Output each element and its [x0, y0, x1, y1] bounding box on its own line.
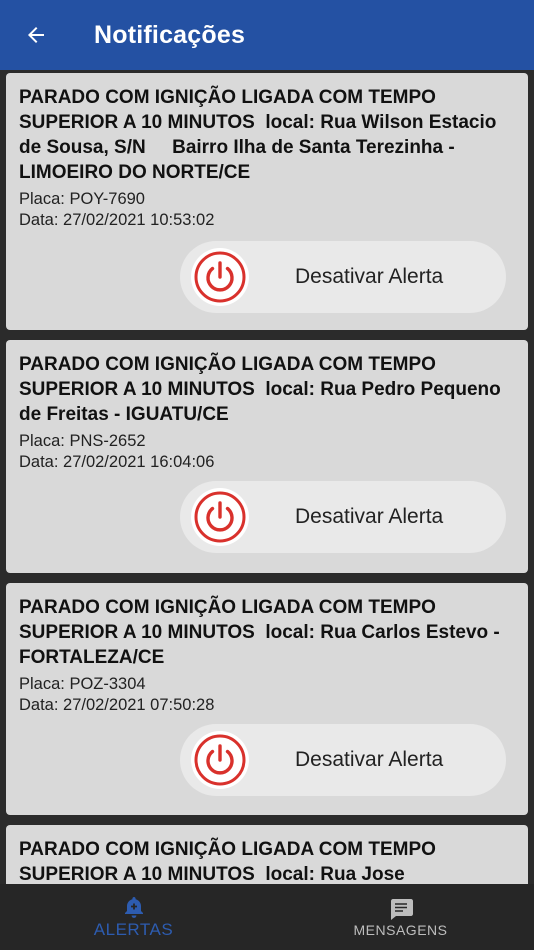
nav-tab-mensagens[interactable]: MENSAGENS [267, 884, 534, 950]
page-title: Notificações [94, 20, 246, 49]
deactivate-alert-label: Desativar Alerta [295, 265, 444, 288]
arrow-left-icon [28, 27, 44, 43]
notification-title: PARADO COM IGNIÇÃO LIGADA COM TEMPO SUPE… [19, 87, 502, 183]
notification-card: PARADO COM IGNIÇÃO LIGADA COM TEMPO SUPE… [6, 825, 528, 884]
notification-plate: Placa: PNS-2652 [19, 432, 146, 450]
back-button[interactable] [16, 15, 56, 55]
deactivate-alert-button[interactable]: Desativar Alerta [180, 724, 506, 796]
notification-title: PARADO COM IGNIÇÃO LIGADA COM TEMPO SUPE… [19, 354, 507, 425]
message-icon [390, 898, 413, 920]
nav-label-alertas: ALERTAS [93, 919, 174, 939]
notification-title: PARADO COM IGNIÇÃO LIGADA COM TEMPO SUPE… [19, 597, 506, 668]
notification-plate: Placa: POY-7690 [19, 190, 145, 208]
notification-card: PARADO COM IGNIÇÃO LIGADA COM TEMPO SUPE… [6, 73, 528, 330]
app-header: Notificações [0, 0, 534, 70]
notification-date: Data: 27/02/2021 16:04:06 [19, 453, 215, 471]
notification-card: PARADO COM IGNIÇÃO LIGADA COM TEMPO SUPE… [6, 340, 528, 573]
notification-date: Data: 27/02/2021 07:50:28 [19, 696, 215, 714]
power-icon [191, 488, 249, 546]
power-icon [191, 731, 249, 789]
deactivate-alert-button[interactable]: Desativar Alerta [180, 241, 506, 313]
deactivate-alert-label: Desativar Alerta [295, 748, 444, 771]
notification-list[interactable]: PARADO COM IGNIÇÃO LIGADA COM TEMPO SUPE… [0, 70, 534, 884]
notification-date: Data: 27/02/2021 10:53:02 [19, 211, 215, 229]
deactivate-alert-label: Desativar Alerta [295, 505, 444, 528]
bottom-navigation: ALERTAS MENSAGENS [0, 884, 534, 950]
bell-plus-icon [124, 896, 143, 918]
notification-title: PARADO COM IGNIÇÃO LIGADA COM TEMPO SUPE… [19, 839, 442, 884]
power-icon [191, 248, 249, 306]
nav-tab-alertas[interactable]: ALERTAS [0, 884, 267, 950]
deactivate-alert-button[interactable]: Desativar Alerta [180, 481, 506, 553]
notification-card: PARADO COM IGNIÇÃO LIGADA COM TEMPO SUPE… [6, 583, 528, 815]
nav-label-mensagens: MENSAGENS [353, 921, 448, 938]
notification-plate: Placa: POZ-3304 [19, 675, 146, 693]
